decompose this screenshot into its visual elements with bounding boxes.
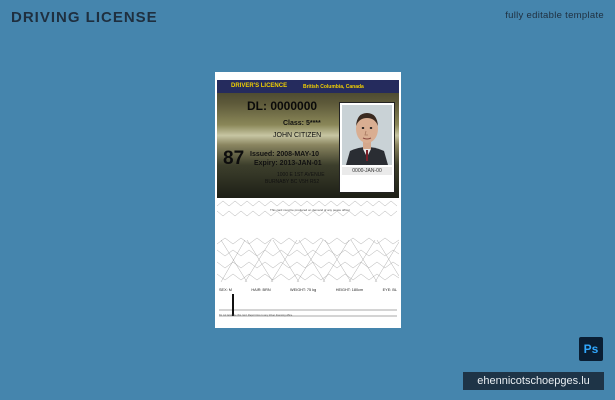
back-disclaimer: This card must be produced on demand of … [270, 208, 350, 212]
stat-height: HEIGHT: 180cm [335, 288, 364, 292]
photo-frame: 0000-JAN-00 [339, 102, 395, 193]
expiry-date: Expiry: 2013-JAN-01 [254, 160, 322, 167]
stat-sex: SEX: M [219, 288, 232, 292]
holder-name: JOHN CITIZEN [273, 132, 322, 139]
stat-eyes: EYE: BL [382, 288, 397, 292]
dl-number: DL: 0000000 [247, 99, 318, 113]
license-class: Class: 5**** [283, 120, 321, 127]
photo-caption: 0000-JAN-00 [342, 167, 392, 175]
address-line-2: BURNABY BC V5H R52 [265, 179, 320, 185]
age-number: 87 [223, 148, 245, 169]
page-subtitle: fully editable template [505, 10, 604, 21]
address-line-1: 1000 E 1ST AVENUE [277, 172, 325, 178]
stat-hair: HAIR: BRN [251, 288, 271, 292]
license-card: DRIVER'S LICENCE British Columbia, Canad… [215, 72, 401, 328]
license-back: This card must be produced on demand of … [217, 200, 399, 320]
signature-bar [232, 294, 234, 316]
back-fine-print: Do not laminate this card. Report loss t… [219, 314, 293, 317]
holder-photo [342, 105, 392, 165]
license-province: British Columbia, Canada [303, 83, 364, 90]
site-watermark: ehennicotschoepges.lu [463, 372, 604, 390]
photoshop-icon: Ps [579, 337, 603, 361]
license-front: DRIVER'S LICENCE British Columbia, Canad… [217, 80, 399, 198]
license-header-bar: DRIVER'S LICENCE British Columbia, Canad… [217, 80, 399, 93]
security-pattern [217, 200, 399, 317]
issued-date: Issued: 2008-MAY-10 [250, 151, 319, 158]
page-title: DRIVING LICENSE [11, 9, 158, 26]
physical-stats: SEX: M HAIR: BRN WEIGHT: 75 kg HEIGHT: 1… [219, 288, 397, 292]
license-header-title: DRIVER'S LICENCE [231, 83, 288, 89]
stat-weight: WEIGHT: 75 kg [290, 288, 317, 292]
